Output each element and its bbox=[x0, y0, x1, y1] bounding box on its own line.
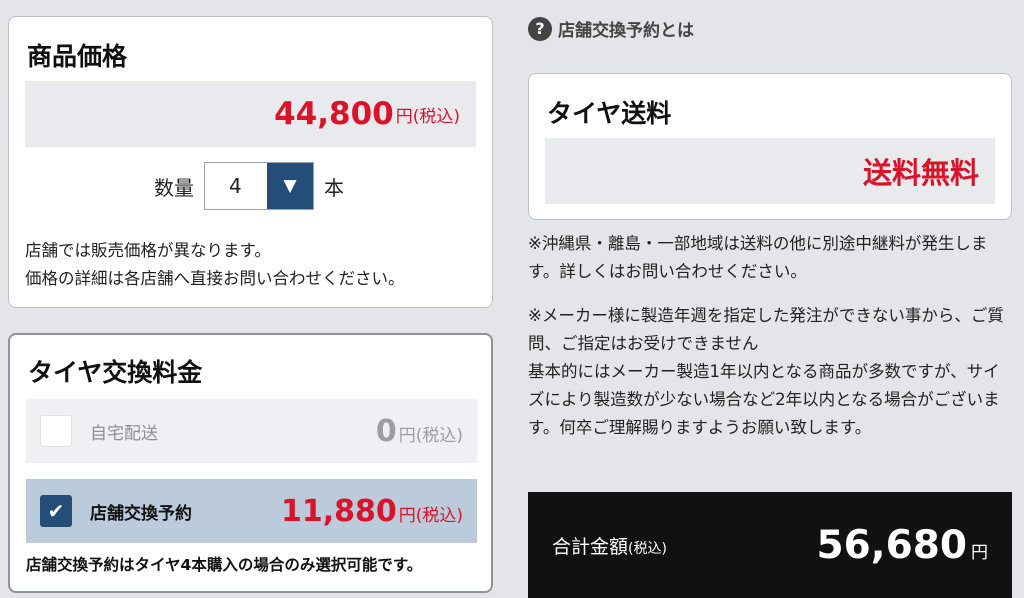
manufacture-note: ※メーカー様に製造年週を指定した発注ができない事から、ご質問、ご指定はお受けでき… bbox=[528, 302, 1013, 442]
total-unit: 円 bbox=[971, 542, 988, 563]
quantity-label: 数量 bbox=[154, 175, 194, 200]
product-price-amount: 44,800 bbox=[274, 96, 394, 132]
quantity-value[interactable]: 4 bbox=[205, 163, 267, 209]
product-price-card: 商品価格 44,800 円(税込) 数量 4 ▼ 本 店舗では販売価格が異なりま… bbox=[8, 16, 493, 308]
tire-shipping-title: タイヤ送料 bbox=[547, 99, 672, 128]
home-delivery-label[interactable]: 自宅配送 bbox=[90, 419, 158, 444]
shipping-free-label: 送料無料 bbox=[862, 156, 979, 190]
total-label: 合計金額(税込) bbox=[552, 532, 667, 559]
home-delivery-price: 0 円(税込) bbox=[376, 414, 463, 449]
exchange-note: 店舗交換予約はタイヤ4本購入の場合のみ選択可能です。 bbox=[26, 556, 423, 574]
store-exchange-label[interactable]: 店舗交換予約 bbox=[90, 499, 192, 524]
option-home-delivery[interactable]: 自宅配送 0 円(税込) bbox=[26, 399, 477, 463]
chevron-down-icon[interactable]: ▼ bbox=[267, 163, 313, 209]
price-note-line-1: 店舗では販売価格が異なります。 bbox=[25, 241, 271, 260]
product-price-box: 44,800 円(税込) bbox=[25, 81, 476, 147]
quantity-row: 数量 4 ▼ 本 bbox=[154, 162, 344, 210]
price-note-line-2: 価格の詳細は各店舗へ直接お問い合わせください。 bbox=[25, 269, 405, 288]
price-note: 店舗では販売価格が異なります。 価格の詳細は各店舗へ直接お問い合わせください。 bbox=[25, 237, 405, 293]
home-delivery-checkbox[interactable] bbox=[40, 415, 72, 447]
tire-exchange-card: タイヤ交換料金 自宅配送 0 円(税込) ✔ 店舗交換予約 11,880 円(税… bbox=[8, 333, 493, 593]
quantity-unit: 本 bbox=[324, 175, 344, 200]
total-label-suffix: (税込) bbox=[628, 540, 667, 557]
shipping-note: ※沖縄県・離島・一部地域は送料の他に別途中継料が発生します。詳しくはお問い合わせ… bbox=[528, 234, 988, 281]
manufacture-note-line-2: 基本的にはメーカー製造1年以内となる商品が多数ですが、サイズにより製造数が少ない… bbox=[528, 362, 1000, 437]
help-label[interactable]: 店舗交換予約とは bbox=[558, 16, 694, 41]
option-store-exchange[interactable]: ✔ 店舗交換予約 11,880 円(税込) bbox=[26, 479, 477, 543]
total-amount-group: 56,680 円 bbox=[817, 523, 989, 568]
total-bar: 合計金額(税込) 56,680 円 bbox=[528, 492, 1012, 598]
store-exchange-checkbox[interactable]: ✔ bbox=[40, 495, 72, 527]
total-amount: 56,680 bbox=[816, 522, 968, 568]
quantity-select[interactable]: 4 ▼ bbox=[204, 162, 314, 210]
product-price-title: 商品価格 bbox=[27, 42, 128, 71]
shipping-box: 送料無料 bbox=[545, 138, 995, 204]
home-delivery-unit: 円(税込) bbox=[398, 425, 463, 446]
question-icon[interactable]: ? bbox=[528, 16, 552, 41]
product-price-unit: 円(税込) bbox=[395, 106, 460, 127]
checkmark-icon: ✔ bbox=[47, 499, 65, 523]
tire-shipping-card: タイヤ送料 送料無料 bbox=[528, 73, 1012, 220]
store-exchange-price: 11,880 円(税込) bbox=[281, 494, 463, 529]
tire-exchange-title: タイヤ交換料金 bbox=[28, 358, 203, 387]
manufacture-note-line-1: ※メーカー様に製造年週を指定した発注ができない事から、ご質問、ご指定はお受けでき… bbox=[528, 306, 1004, 353]
home-delivery-amount: 0 bbox=[375, 413, 397, 449]
total-label-text: 合計金額 bbox=[552, 535, 629, 558]
store-exchange-unit: 円(税込) bbox=[398, 505, 463, 526]
store-exchange-amount: 11,880 bbox=[280, 493, 397, 529]
store-exchange-help-link[interactable]: ? 店舗交換予約とは bbox=[528, 16, 694, 41]
